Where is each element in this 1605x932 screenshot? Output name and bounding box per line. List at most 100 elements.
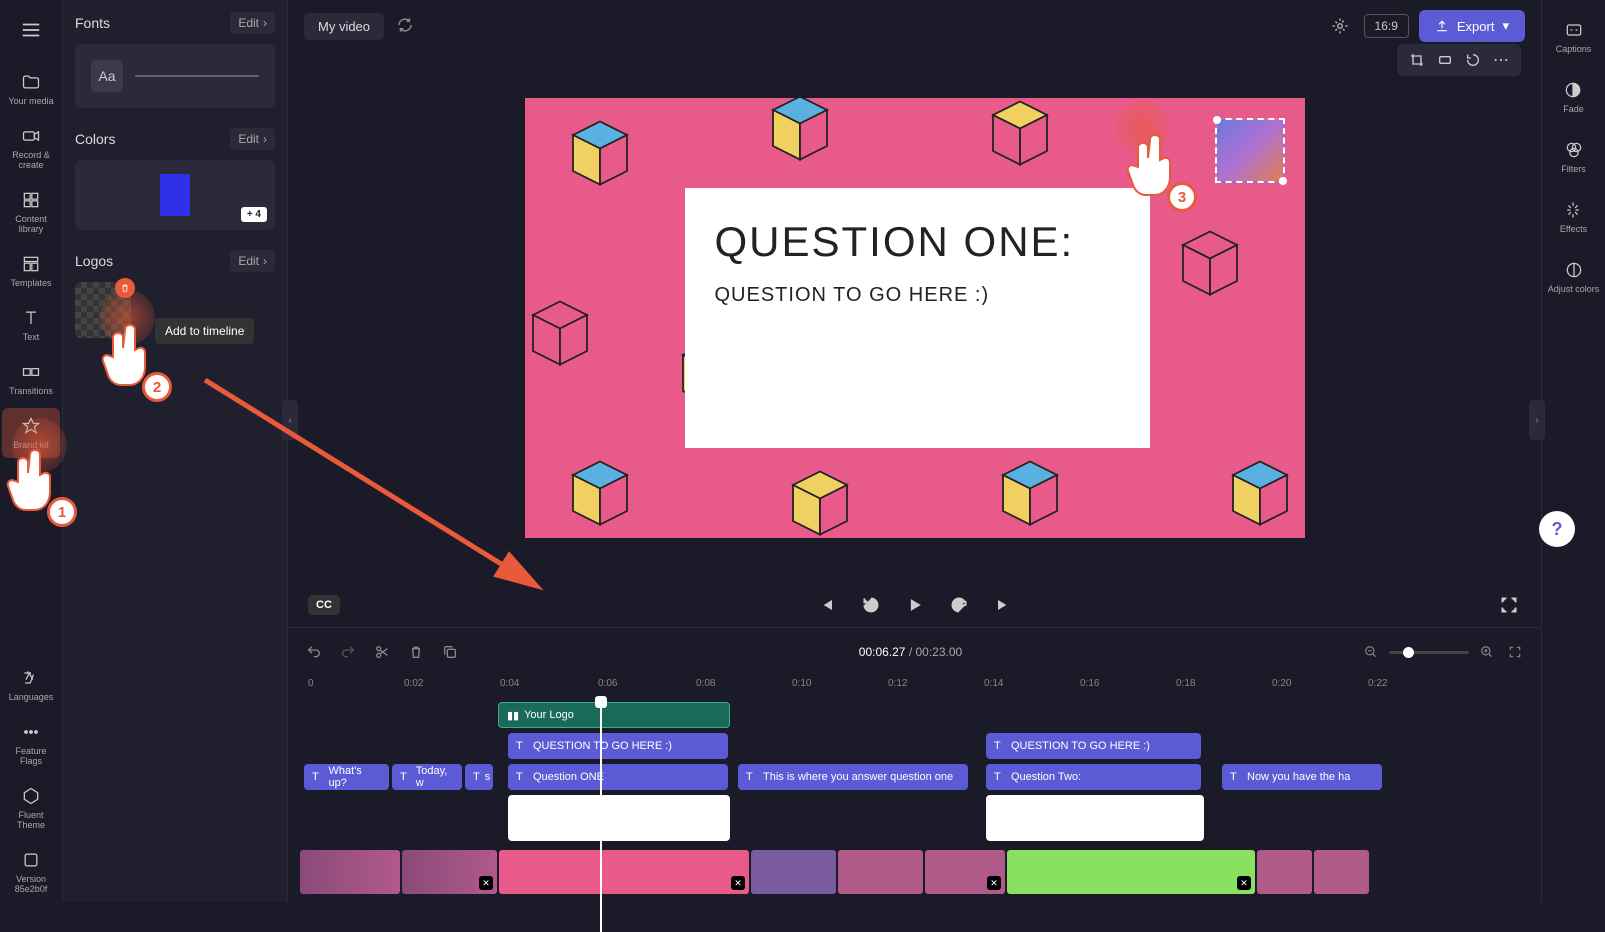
rail-your-media[interactable]: Your media xyxy=(2,64,60,114)
rail-fluent-theme[interactable]: Fluent Theme xyxy=(2,778,60,838)
video-clip[interactable]: ✕ xyxy=(402,850,497,894)
collapse-right-panel[interactable]: › xyxy=(1529,400,1545,440)
theme-icon xyxy=(21,786,41,806)
text-track-1[interactable]: TQUESTION TO GO HERE :) TQUESTION TO GO … xyxy=(300,733,1529,759)
annotation-highlight xyxy=(1115,100,1170,155)
crop-icon[interactable] xyxy=(1407,50,1427,70)
video-clip[interactable]: ✕ xyxy=(499,850,749,894)
video-clip[interactable]: ✕ xyxy=(925,850,1005,894)
right-label: Filters xyxy=(1561,164,1586,174)
fullscreen-button[interactable] xyxy=(1497,593,1521,617)
transition-icon[interactable]: ✕ xyxy=(1237,876,1251,890)
fonts-section: FontsEdit › Aa xyxy=(75,12,275,108)
clip-white-card-2[interactable] xyxy=(986,795,1204,841)
clip-answer[interactable]: TThis is where you answer question one xyxy=(738,764,968,790)
logo-track[interactable]: ▮▮Your Logo xyxy=(300,702,1529,728)
version-icon xyxy=(21,850,41,870)
right-label: Captions xyxy=(1556,44,1592,54)
more-icon[interactable]: ⋯ xyxy=(1491,50,1511,70)
video-clip[interactable]: ✕ xyxy=(1007,850,1255,894)
menu-button[interactable] xyxy=(11,10,51,50)
transition-icon[interactable]: ✕ xyxy=(731,876,745,890)
fit-icon[interactable] xyxy=(1435,50,1455,70)
clip-s[interactable]: Ts xyxy=(465,764,493,790)
video-clip[interactable] xyxy=(1314,850,1369,894)
duplicate-button[interactable] xyxy=(440,642,460,662)
clip-white-card-1[interactable] xyxy=(508,795,730,841)
settings-button[interactable] xyxy=(1326,12,1354,40)
font-preview[interactable]: Aa xyxy=(75,44,275,108)
zoom-in-button[interactable] xyxy=(1477,642,1497,662)
skip-forward-button[interactable] xyxy=(991,593,1015,617)
ruler-tick: 0:06 xyxy=(598,678,617,689)
zoom-slider[interactable] xyxy=(1389,651,1469,654)
skip-back-button[interactable] xyxy=(815,593,839,617)
play-button[interactable] xyxy=(903,593,927,617)
clip-question-one[interactable]: TQuestion ONE xyxy=(508,764,728,790)
colors-preview[interactable]: + 4 xyxy=(75,160,275,230)
logos-edit-button[interactable]: Edit › xyxy=(230,250,275,272)
video-clip[interactable] xyxy=(751,850,836,894)
help-button[interactable]: ? xyxy=(1539,511,1575,547)
rail-templates[interactable]: Templates xyxy=(2,246,60,296)
rotate-icon[interactable] xyxy=(1463,50,1483,70)
redo-button[interactable] xyxy=(338,642,358,662)
transition-icon[interactable]: ✕ xyxy=(479,876,493,890)
ruler-tick: 0:16 xyxy=(1080,678,1099,689)
rail-version[interactable]: Version 85e2b0f xyxy=(2,842,60,902)
clip-whats-up[interactable]: TWhat's up? xyxy=(304,764,389,790)
colors-edit-button[interactable]: Edit › xyxy=(230,128,275,150)
rail-record-create[interactable]: Record & create xyxy=(2,118,60,178)
chevron-down-icon: ▾ xyxy=(1502,18,1509,34)
image-track[interactable] xyxy=(300,795,1529,845)
clip-now-you[interactable]: TNow you have the ha xyxy=(1222,764,1382,790)
annotation-highlight xyxy=(12,418,67,473)
rail-feature-flags[interactable]: Feature Flags xyxy=(2,714,60,774)
adjust-colors-button[interactable]: Adjust colors xyxy=(1544,252,1604,302)
forward-button[interactable] xyxy=(947,593,971,617)
zoom-thumb[interactable] xyxy=(1403,647,1414,658)
logo-placeholder[interactable] xyxy=(1215,118,1285,183)
undo-button[interactable] xyxy=(304,642,324,662)
clip-question-two[interactable]: TQuestion Two: xyxy=(986,764,1201,790)
captions-button[interactable]: Captions xyxy=(1552,12,1596,62)
dots-icon xyxy=(21,722,41,742)
timeline-ruler[interactable]: 0 0:02 0:04 0:06 0:08 0:10 0:12 0:14 0:1… xyxy=(300,674,1529,698)
rail-text[interactable]: Text xyxy=(2,300,60,350)
collapse-left-panel[interactable]: ‹ xyxy=(282,400,298,440)
video-track[interactable]: ✕ ✕ ✕ ✕ xyxy=(300,850,1529,894)
rewind-button[interactable] xyxy=(859,593,883,617)
zoom-out-button[interactable] xyxy=(1361,642,1381,662)
transition-icon[interactable]: ✕ xyxy=(987,876,1001,890)
export-button[interactable]: Export▾ xyxy=(1419,10,1525,42)
video-clip[interactable] xyxy=(838,850,923,894)
clip-label: s xyxy=(485,771,491,783)
video-canvas[interactable]: QUESTION ONE: QUESTION TO GO HERE :) xyxy=(525,98,1305,538)
rail-content-library[interactable]: Content library xyxy=(2,182,60,242)
clip-question-here-1[interactable]: TQUESTION TO GO HERE :) xyxy=(508,733,728,759)
rail-transitions[interactable]: Transitions xyxy=(2,354,60,404)
sync-icon[interactable] xyxy=(396,16,416,36)
split-button[interactable] xyxy=(372,642,392,662)
clip-today[interactable]: TToday, w xyxy=(392,764,462,790)
video-clip[interactable] xyxy=(300,850,400,894)
cc-button[interactable]: CC xyxy=(308,595,340,615)
effects-button[interactable]: Effects xyxy=(1556,192,1591,242)
ruler-tick: 0 xyxy=(308,678,314,689)
filters-button[interactable]: Filters xyxy=(1557,132,1590,182)
fade-button[interactable]: Fade xyxy=(1559,72,1588,122)
delete-clip-button[interactable] xyxy=(406,642,426,662)
clip-question-here-2[interactable]: TQUESTION TO GO HERE :) xyxy=(986,733,1201,759)
playhead[interactable] xyxy=(600,702,602,932)
clip-logo[interactable]: ▮▮Your Logo xyxy=(498,702,730,728)
video-clip[interactable] xyxy=(1257,850,1312,894)
timecode: 00:06.27 / 00:23.00 xyxy=(859,645,962,659)
text-track-2[interactable]: TWhat's up? TToday, w Ts TQuestion ONE T… xyxy=(300,764,1529,790)
main-area: My video ⋯ 16:9 Export▾ xyxy=(288,0,1541,902)
rail-label: Feature Flags xyxy=(4,746,58,766)
rail-languages[interactable]: Languages xyxy=(2,660,60,710)
aspect-ratio-badge[interactable]: 16:9 xyxy=(1364,14,1409,38)
fonts-edit-button[interactable]: Edit › xyxy=(230,12,275,34)
fit-timeline-button[interactable] xyxy=(1505,642,1525,662)
project-title[interactable]: My video xyxy=(304,13,384,40)
